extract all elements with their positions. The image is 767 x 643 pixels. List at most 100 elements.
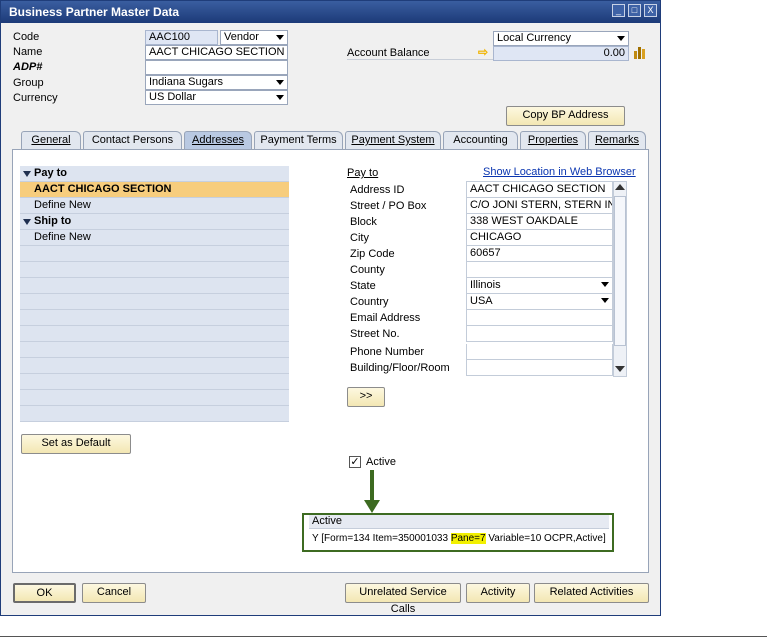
tab-remarks[interactable]: Remarks	[588, 131, 646, 149]
bottom-divider	[0, 636, 767, 637]
list-item-empty	[20, 358, 289, 374]
tab-addresses[interactable]: Addresses	[184, 131, 252, 150]
tab-payment-system[interactable]: Payment System	[345, 131, 441, 149]
window-title: Business Partner Master Data	[9, 5, 180, 19]
currency-value: US Dollar	[149, 91, 197, 103]
address-id-label: Address ID	[350, 184, 405, 196]
state-value: Illinois	[470, 279, 501, 291]
pay-to-section-label: Pay to	[347, 167, 379, 179]
minimize-icon[interactable]: _	[612, 4, 625, 17]
tab-payment-terms[interactable]: Payment Terms	[254, 131, 343, 149]
address-id-field[interactable]: AACT CHICAGO SECTION	[466, 182, 613, 198]
triangle-down-icon	[23, 219, 31, 225]
building-label: Building/Floor/Room	[350, 362, 450, 374]
copy-bp-address-button[interactable]: Copy BP Address	[506, 106, 625, 126]
set-as-default-button[interactable]: Set as Default	[21, 434, 131, 454]
list-item-empty	[20, 278, 289, 294]
country-select[interactable]: USA	[466, 294, 613, 310]
tab-accounting[interactable]: Accounting	[443, 131, 518, 149]
county-label: County	[350, 264, 385, 276]
list-item-define-new[interactable]: Define New	[20, 230, 289, 246]
building-field[interactable]	[466, 360, 613, 376]
list-item-empty	[20, 310, 289, 326]
maximize-icon[interactable]: □	[628, 4, 641, 17]
tab-label: Accounting	[453, 134, 508, 146]
list-item-empty	[20, 390, 289, 406]
active-checkbox[interactable]: ✓	[349, 456, 361, 468]
list-item-ship-to-group[interactable]: Ship to	[20, 214, 289, 230]
show-location-link[interactable]: Show Location in Web Browser	[483, 166, 636, 178]
phone-field[interactable]	[466, 344, 613, 360]
list-item-label: Ship to	[34, 215, 72, 227]
adp-field[interactable]	[145, 60, 288, 75]
chevron-down-icon	[276, 80, 284, 85]
zip-code-field[interactable]: 60657	[466, 246, 613, 262]
group-label: Group	[13, 77, 44, 89]
chevron-down-icon	[276, 35, 284, 40]
triangle-down-icon	[23, 171, 31, 177]
cancel-button[interactable]: Cancel	[82, 583, 146, 603]
unrelated-service-calls-button[interactable]: Unrelated Service Calls	[345, 583, 461, 615]
list-item-pay-to-group[interactable]: Pay to	[20, 166, 289, 182]
currency-label: Currency	[13, 92, 58, 104]
debug-info-prefix: Y [Form=134 Item=350001033	[312, 533, 451, 544]
tab-contact-persons[interactable]: Contact Persons	[83, 131, 182, 149]
tab-label: Contact Persons	[91, 134, 174, 146]
list-item-empty	[20, 246, 289, 262]
list-item-empty	[20, 342, 289, 358]
bp-type-select[interactable]: Vendor	[220, 30, 288, 45]
chevron-down-icon	[601, 282, 609, 287]
email-label: Email Address	[350, 312, 421, 324]
related-activities-button[interactable]: Related Activities	[534, 583, 649, 603]
bp-type-value: Vendor	[224, 31, 259, 43]
email-field[interactable]	[466, 310, 613, 326]
block-label: Block	[350, 216, 377, 228]
tab-label: Remarks	[594, 134, 639, 146]
list-item-label: Define New	[34, 199, 91, 211]
code-label: Code	[13, 31, 40, 43]
list-item-empty	[20, 262, 289, 278]
tab-properties[interactable]: Properties	[520, 131, 586, 149]
street-field[interactable]: C/O JONI STERN, STERN INGR	[466, 198, 613, 214]
bar-chart-icon[interactable]	[633, 45, 647, 59]
state-select[interactable]: Illinois	[466, 278, 613, 294]
country-label: Country	[350, 296, 389, 308]
down-arrow-icon	[362, 470, 382, 514]
close-icon[interactable]: X	[644, 4, 657, 17]
group-select[interactable]: Indiana Sugars	[145, 75, 288, 90]
street-no-field[interactable]	[466, 326, 613, 342]
debug-info-text: Y [Form=134 Item=350001033 Pane=7 Variab…	[309, 531, 609, 547]
list-item-address[interactable]: AACT CHICAGO SECTION	[20, 182, 289, 198]
chevron-down-icon	[276, 95, 284, 100]
expand-button[interactable]: >>	[347, 387, 385, 407]
county-field[interactable]	[466, 262, 613, 278]
tab-label: Properties	[527, 134, 579, 146]
block-field[interactable]: 338 WEST OAKDALE	[466, 214, 613, 230]
currency-select[interactable]: US Dollar	[145, 90, 288, 105]
list-item-define-new[interactable]: Define New	[20, 198, 289, 214]
scroll-down-icon[interactable]	[615, 366, 625, 372]
ok-button[interactable]: OK	[13, 583, 76, 603]
link-arrow-icon[interactable]: ⇨	[478, 45, 488, 59]
debug-panel-title: Active	[309, 515, 609, 529]
tab-label: General	[31, 134, 71, 146]
adp-label: ADP#	[13, 61, 43, 73]
list-item-empty	[20, 374, 289, 390]
tab-general[interactable]: General	[21, 131, 81, 149]
code-field[interactable]: AAC100	[145, 30, 218, 45]
list-item-empty	[20, 406, 289, 422]
local-currency-select[interactable]: Local Currency	[493, 31, 629, 46]
activity-button[interactable]: Activity	[466, 583, 530, 603]
city-label: City	[350, 232, 369, 244]
tab-label: Payment System	[351, 134, 435, 146]
scroll-thumb[interactable]	[614, 196, 626, 346]
list-item-label: Define New	[34, 231, 91, 243]
street-no-label: Street No.	[350, 328, 400, 340]
list-item-empty	[20, 294, 289, 310]
tab-label: Addresses	[192, 134, 244, 146]
city-field[interactable]: CHICAGO	[466, 230, 613, 246]
debug-info-suffix: Variable=10 OCPR,Active]	[485, 533, 606, 544]
name-field[interactable]: AACT CHICAGO SECTION	[145, 45, 288, 60]
scroll-up-icon[interactable]	[615, 184, 625, 190]
account-balance-field: 0.00	[493, 46, 629, 61]
